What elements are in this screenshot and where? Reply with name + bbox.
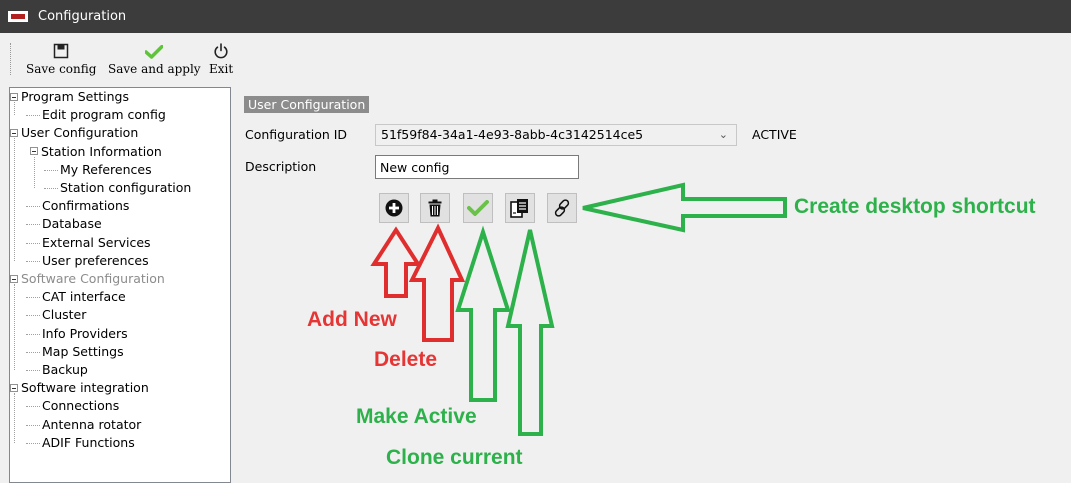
delete-arrow [408, 223, 466, 342]
make-active-arrow [455, 225, 511, 402]
add-new-arrow [370, 226, 422, 298]
clone-current-arrow [505, 229, 555, 436]
create-shortcut-arrow [582, 182, 787, 233]
annotation-arrows [370, 182, 787, 436]
delete-annotation: Delete [374, 348, 438, 371]
add-new-annotation: Add New [307, 308, 397, 331]
create-shortcut-annotation: Create desktop shortcut [794, 195, 1036, 218]
make-active-annotation: Make Active [356, 405, 477, 428]
clone-current-annotation: Clone current [386, 446, 523, 469]
